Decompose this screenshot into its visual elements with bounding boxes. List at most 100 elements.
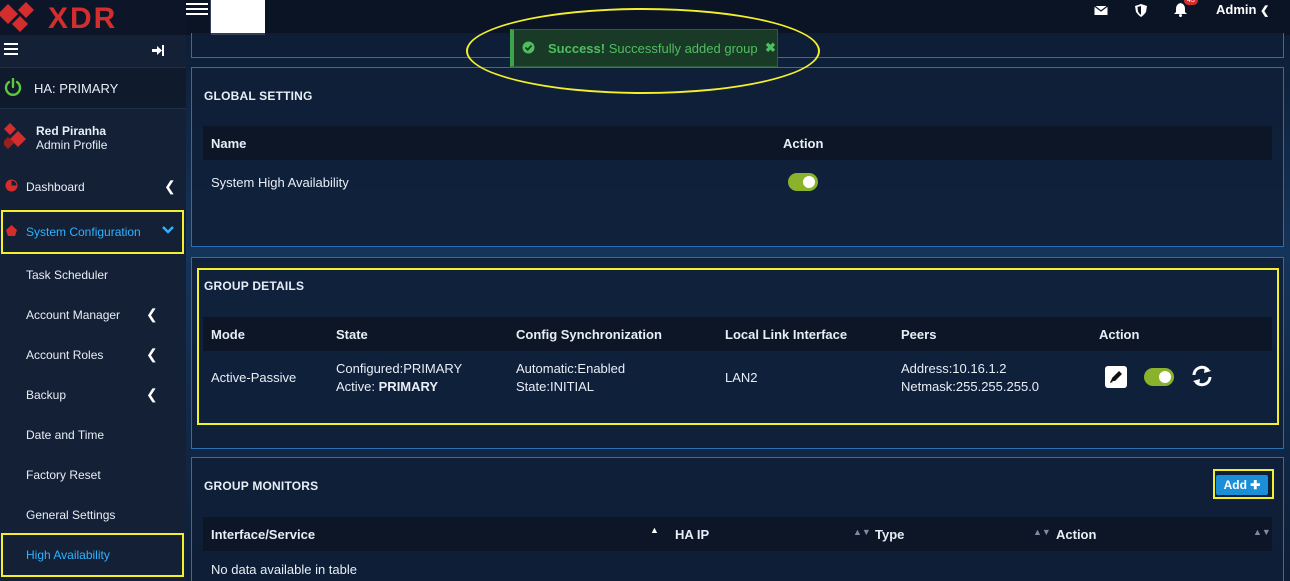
sidebar-item-label: Account Manager (26, 308, 121, 322)
sidebar-item-account-manager[interactable]: Account Manager ❮ (0, 295, 186, 335)
ha-status: HA: PRIMARY (0, 67, 186, 109)
panel-title: GROUP MONITORS (204, 479, 319, 493)
sidebar-item-high-availability[interactable]: High Availability (0, 535, 186, 575)
user-name: Admin (1216, 2, 1257, 17)
page-logo (205, 0, 267, 48)
column-header[interactable]: Type (875, 527, 904, 542)
panel-title: GLOBAL SETTING (204, 89, 313, 103)
brand-name: XDR (48, 2, 117, 35)
sync-button[interactable] (1190, 364, 1214, 391)
column-header: State (336, 327, 368, 342)
chevron-down-icon: ❮ (1260, 5, 1270, 17)
sidebar-item-label: General Settings (26, 508, 116, 522)
column-header: Name (211, 136, 247, 151)
sidebar-item-backup[interactable]: Backup ❮ (0, 375, 186, 415)
mode-cell: Active-Passive (211, 370, 297, 385)
state-active-label: Active: (336, 379, 376, 394)
toast-message: Successfully added group (608, 41, 758, 56)
column-header: Action (783, 136, 824, 151)
toast-strong: Success! (548, 41, 606, 56)
sign-out-icon[interactable] (152, 44, 164, 59)
check-circle-icon (522, 41, 535, 57)
shield-icon[interactable] (1135, 4, 1147, 20)
sidebar-item-label: Account Roles (26, 348, 104, 362)
profile-name: Red Piranha (36, 124, 107, 138)
main-content: GLOBAL SETTING Name Action System High A… (186, 33, 1290, 581)
sidebar-item-factory-reset[interactable]: Factory Reset (0, 455, 186, 495)
state-active: Active: PRIMARY (336, 379, 438, 394)
sync-mode: Automatic:Enabled (516, 361, 626, 376)
sort-asc-icon[interactable]: ▲ (650, 525, 659, 535)
sidebar-item-label: Dashboard (26, 180, 85, 194)
sidebar-item-system-configuration[interactable]: System Configuration (0, 212, 186, 252)
state-configured: Configured:PRIMARY (336, 361, 463, 376)
group-enable-toggle[interactable] (1144, 368, 1174, 386)
interface-cell: LAN2 (725, 370, 758, 385)
sort-icon[interactable]: ▲▼ (1033, 527, 1051, 537)
success-toast: Success! Successfully added group ✖ (510, 29, 778, 67)
column-header[interactable]: HA IP (675, 527, 709, 542)
ha-status-label: HA: PRIMARY (34, 81, 119, 96)
chevron-left-icon: ❮ (146, 386, 158, 402)
edit-button[interactable] (1105, 366, 1127, 388)
user-menu[interactable]: Admin ❮ (1216, 2, 1269, 17)
column-header: Action (1099, 327, 1140, 342)
empty-table-message: No data available in table (211, 562, 357, 577)
system-config-icon (5, 224, 18, 240)
column-header[interactable]: Action (1056, 527, 1096, 542)
state-active-value: PRIMARY (378, 379, 439, 394)
sidebar-item-label: Date and Time (26, 428, 105, 442)
ha-setting-name: System High Availability (211, 175, 349, 190)
column-header: Config Synchronization (516, 327, 662, 342)
pencil-icon (1110, 371, 1122, 383)
sidebar-item-general-settings[interactable]: General Settings (0, 495, 186, 535)
mail-icon[interactable] (1094, 5, 1108, 20)
peer-netmask: Netmask:255.255.255.0 (901, 379, 1040, 394)
sidebar-item-label: High Availability (26, 548, 110, 562)
group-monitors-panel: GROUP MONITORS Add ✚ Interface/Service ▲… (191, 457, 1284, 581)
profile-logo-icon (2, 123, 28, 154)
peer-address: Address:10.16.1.2 (901, 361, 1007, 376)
close-icon[interactable]: ✖ (765, 40, 776, 56)
column-header[interactable]: Interface/Service (211, 527, 315, 542)
brand-logo[interactable]: XDR (0, 0, 185, 35)
sort-icon[interactable]: ▲▼ (1253, 527, 1271, 537)
sidebar-collapse-icon[interactable] (4, 43, 18, 58)
sidebar-item-date-and-time[interactable]: Date and Time (0, 415, 186, 455)
sidebar: HA: PRIMARY Red Piranha Admin Profile Da… (0, 35, 186, 581)
chevron-left-icon: ❮ (164, 178, 176, 194)
add-label: Add (1223, 478, 1247, 492)
notification-badge: 43 (1184, 0, 1198, 5)
toast-text: Success! Successfully added group (548, 41, 758, 56)
column-header: Peers (901, 327, 937, 342)
menu-toggle-icon[interactable] (186, 0, 208, 20)
sidebar-item-label: Task Scheduler (26, 268, 109, 282)
sync-state: State:INITIAL (516, 379, 595, 394)
global-setting-panel: GLOBAL SETTING Name Action System High A… (191, 67, 1284, 247)
power-icon (4, 77, 22, 99)
table-header: Mode State Config Synchronization Local … (203, 317, 1272, 351)
column-header: Mode (211, 327, 245, 342)
ha-enable-toggle[interactable] (788, 173, 818, 191)
bell-icon[interactable] (1174, 3, 1187, 20)
sidebar-item-task-scheduler[interactable]: Task Scheduler (0, 255, 186, 295)
refresh-icon (1192, 365, 1212, 387)
sort-icon[interactable]: ▲▼ (853, 527, 871, 537)
chevron-left-icon: ❮ (146, 346, 158, 362)
column-header: Local Link Interface (725, 327, 848, 342)
table-header: Interface/Service ▲ HA IP ▲▼ Type ▲▼ Act… (203, 517, 1272, 551)
dashboard-icon (5, 179, 18, 195)
plus-icon: ✚ (1246, 478, 1261, 492)
table-header: Name Action (203, 126, 1272, 160)
sidebar-item-dashboard[interactable]: Dashboard ❮ (0, 167, 186, 207)
chevron-down-icon (161, 222, 175, 239)
sidebar-item-label: Factory Reset (26, 468, 101, 482)
sidebar-item-label: Backup (26, 388, 67, 402)
panel-title: GROUP DETAILS (204, 279, 305, 293)
group-details-panel: GROUP DETAILS Mode State Config Synchron… (191, 257, 1284, 449)
add-monitor-button[interactable]: Add ✚ (1216, 475, 1268, 495)
profile[interactable]: Red Piranha Admin Profile (0, 111, 186, 161)
chevron-left-icon: ❮ (146, 306, 158, 322)
sidebar-item-account-roles[interactable]: Account Roles ❮ (0, 335, 186, 375)
profile-role: Admin Profile (36, 138, 108, 152)
